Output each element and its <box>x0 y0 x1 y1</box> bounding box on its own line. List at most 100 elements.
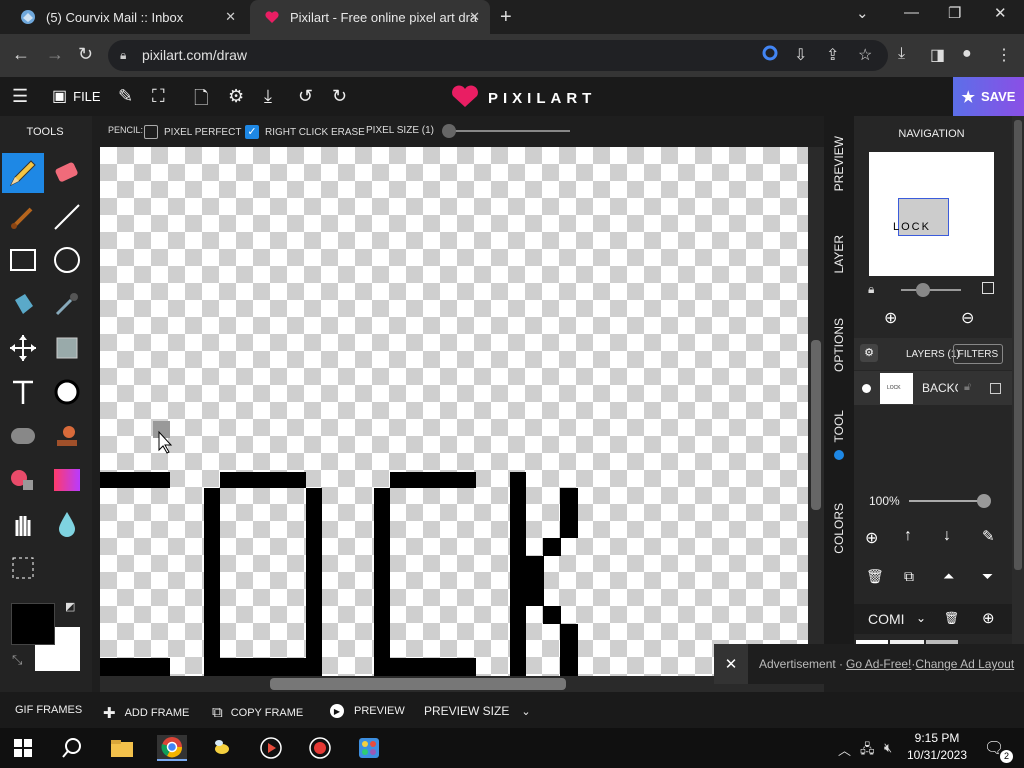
eraser-tool[interactable] <box>46 153 88 193</box>
back-icon[interactable]: ← <box>12 44 30 65</box>
record-app-icon[interactable] <box>305 735 335 761</box>
filters-button[interactable]: FILTERS <box>953 344 1003 364</box>
tab-layer[interactable]: LAYER <box>832 235 846 273</box>
panel-scroll-thumb[interactable] <box>1014 120 1022 570</box>
line-tool[interactable] <box>46 197 88 237</box>
dither-tool[interactable] <box>46 372 88 412</box>
zoom-in-icon[interactable]: ⊕ <box>884 308 897 328</box>
layer-name[interactable]: BACKG <box>922 381 958 395</box>
preview-size-select[interactable]: PREVIEW SIZE ⌄ <box>424 704 531 718</box>
layer-select-checkbox[interactable] <box>990 383 1001 394</box>
close-ad-icon[interactable]: ✕ <box>714 644 748 684</box>
delete-layer-icon[interactable]: 🗑︎ <box>866 568 884 585</box>
url-text[interactable]: pixilart.com/draw <box>142 47 247 63</box>
pixel-size-slider-handle[interactable] <box>442 124 456 138</box>
layer-lock-icon[interactable]: 🔓︎ <box>964 381 971 394</box>
save-button[interactable]: ★ SAVE <box>953 77 1024 116</box>
layer-opacity-handle[interactable] <box>977 494 991 508</box>
reload-icon[interactable]: ↻ <box>78 44 93 65</box>
go-ad-free-link[interactable]: Go Ad-Free! <box>846 657 911 671</box>
navigation-viewport[interactable]: LOCK <box>893 198 949 236</box>
canvas-horizontal-scroll-thumb[interactable] <box>270 678 566 690</box>
ellipse-tool[interactable] <box>46 240 88 280</box>
add-icon[interactable]: ⊕ <box>982 609 995 627</box>
blur-tool[interactable] <box>46 504 88 544</box>
tab-colors[interactable]: COLORS <box>832 503 846 554</box>
hamburger-menu-icon[interactable]: ☰ <box>12 86 28 107</box>
add-frame-button[interactable]: ✚ ADD FRAME <box>103 704 189 722</box>
close-tab-icon[interactable]: ✕ <box>469 9 480 25</box>
gradient-tool[interactable] <box>46 460 88 500</box>
bee-app-icon[interactable] <box>207 735 237 761</box>
merge-layer-up-icon[interactable]: ⏶ <box>943 568 954 585</box>
close-tab-icon[interactable]: ✕ <box>225 9 236 25</box>
file-explorer-icon[interactable] <box>107 735 137 761</box>
pencil-tool[interactable] <box>2 153 44 193</box>
tab-pixilart[interactable]: Pixilart - Free online pixel art dra ✕ <box>250 0 490 34</box>
change-ad-layout-link[interactable]: Change Ad Layout <box>915 657 1014 671</box>
settings-gear-icon[interactable]: ⚙ <box>228 86 244 107</box>
undo-icon[interactable]: ↺ <box>298 86 313 107</box>
move-tool[interactable] <box>2 328 44 368</box>
tab-tool[interactable]: TOOL <box>832 410 846 442</box>
preview-button[interactable]: ▶ PREVIEW <box>330 704 405 718</box>
restore-icon[interactable]: ❐ <box>948 4 961 22</box>
tab-options[interactable]: OPTIONS <box>832 318 846 372</box>
edit-layer-icon[interactable]: ✎ <box>982 527 995 545</box>
canvas-vertical-scroll-thumb[interactable] <box>811 340 821 510</box>
text-tool[interactable] <box>2 372 44 412</box>
navigation-zoom-slider[interactable] <box>901 289 961 291</box>
tab-preview[interactable]: PREVIEW <box>832 136 846 191</box>
marquee-tool[interactable] <box>2 548 44 588</box>
fit-screen-icon[interactable] <box>982 282 994 294</box>
tab-search-icon[interactable]: ⌄ <box>856 4 869 22</box>
copy-frame-button[interactable]: ⧉ COPY FRAME <box>212 704 303 721</box>
primary-color-swatch[interactable] <box>11 603 55 645</box>
pan-tool[interactable] <box>2 504 44 544</box>
google-icon[interactable] <box>762 45 778 66</box>
file-menu-button[interactable]: ▣ FILE <box>52 86 101 106</box>
clock-date[interactable]: 10/31/2023 <box>906 748 968 762</box>
eyedropper-header-icon[interactable]: ✎ <box>118 86 133 107</box>
resize-canvas-icon[interactable]: ⛶ <box>152 86 165 107</box>
profile-icon[interactable]: ● <box>962 45 972 63</box>
paint-app-icon[interactable] <box>354 735 384 761</box>
new-tab-icon[interactable]: + <box>500 6 512 29</box>
navigation-zoom-handle[interactable] <box>916 283 930 297</box>
forward-icon[interactable]: → <box>46 44 64 65</box>
pixel-perfect-checkbox[interactable]: PIXEL PERFECT <box>144 125 241 139</box>
lock-zoom-icon[interactable]: 🔒︎ <box>868 282 874 297</box>
lock-icon[interactable]: 🔒︎ <box>120 48 126 63</box>
duplicate-layer-icon[interactable]: ⧉ <box>904 568 914 585</box>
layer-settings-gear-icon[interactable]: ⚙ <box>860 344 878 362</box>
redo-icon[interactable]: ↻ <box>332 86 347 107</box>
right-click-erase-checkbox[interactable]: ✓ RIGHT CLICK ERASE <box>245 125 365 139</box>
share-icon[interactable]: ⇪ <box>826 45 839 65</box>
layer-opacity-slider[interactable] <box>909 500 985 502</box>
download-icon[interactable]: ⤓ <box>264 86 272 107</box>
clock-time[interactable]: 9:15 PM <box>906 731 968 745</box>
search-icon[interactable] <box>57 735 87 761</box>
swap-colors-icon[interactable]: ◩ <box>65 600 75 613</box>
chrome-taskbar-icon[interactable] <box>157 735 187 761</box>
brush-tool[interactable] <box>2 197 44 237</box>
drawing-canvas[interactable] <box>100 147 808 676</box>
color-picker-tool[interactable] <box>46 284 88 324</box>
merge-layer-down-icon[interactable]: ⏷ <box>982 568 993 585</box>
gif-frames-label[interactable]: GIF FRAMES <box>15 704 82 716</box>
dither-pattern-tool[interactable] <box>2 416 44 456</box>
select-shape-tool[interactable] <box>46 328 88 368</box>
volume-muted-icon[interactable]: 🔇︎ <box>884 740 892 756</box>
replace-color-tool[interactable] <box>2 460 44 500</box>
blend-mode-select[interactable]: COMI <box>868 611 905 627</box>
new-file-icon[interactable]: 🗋︎ <box>194 86 208 116</box>
zoom-out-icon[interactable]: ⊖ <box>961 308 974 328</box>
trash-icon[interactable]: 🗑︎ <box>944 611 959 625</box>
rectangle-tool[interactable] <box>2 240 44 280</box>
windows-start-icon[interactable] <box>8 735 38 761</box>
pixilart-logo[interactable]: PIXILART <box>450 84 596 113</box>
network-icon[interactable]: 🖧︎ <box>860 740 875 762</box>
bookmark-star-icon[interactable]: ☆ <box>858 45 872 65</box>
move-layer-up-icon[interactable]: ↑ <box>904 527 912 545</box>
add-layer-icon[interactable]: ⊕ <box>865 528 878 548</box>
